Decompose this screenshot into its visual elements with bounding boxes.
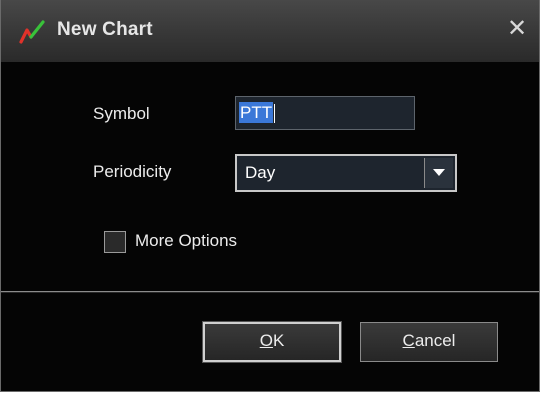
cancel-label-rest: ancel xyxy=(414,331,456,350)
chart-line-icon xyxy=(19,20,45,44)
text-caret xyxy=(274,104,276,124)
title-bar[interactable]: New Chart ✕ xyxy=(1,0,539,62)
periodicity-dropdown-button[interactable] xyxy=(424,158,453,188)
dialog-title: New Chart xyxy=(57,19,153,40)
symbol-label: Symbol xyxy=(93,104,150,123)
ok-mnemonic: O xyxy=(259,331,273,350)
new-chart-dialog: New Chart ✕ Symbol PTT Periodicity Day M… xyxy=(0,0,540,392)
ok-button[interactable]: OK xyxy=(202,321,342,363)
periodicity-selected-value: Day xyxy=(245,163,276,182)
more-options-label[interactable]: More Options xyxy=(135,231,237,251)
close-icon: ✕ xyxy=(506,15,528,42)
symbol-input[interactable]: PTT xyxy=(235,96,415,130)
more-options-checkbox[interactable] xyxy=(104,231,126,253)
symbol-input-selected-text: PTT xyxy=(239,102,274,123)
footer-divider xyxy=(1,291,539,293)
cancel-button[interactable]: Cancel xyxy=(360,322,498,362)
periodicity-select[interactable]: Day xyxy=(235,154,457,192)
cancel-mnemonic: C xyxy=(402,331,415,350)
chevron-down-icon xyxy=(433,169,445,176)
close-button[interactable]: ✕ xyxy=(505,15,529,43)
ok-label-rest: K xyxy=(272,331,285,350)
periodicity-label: Periodicity xyxy=(93,162,172,181)
